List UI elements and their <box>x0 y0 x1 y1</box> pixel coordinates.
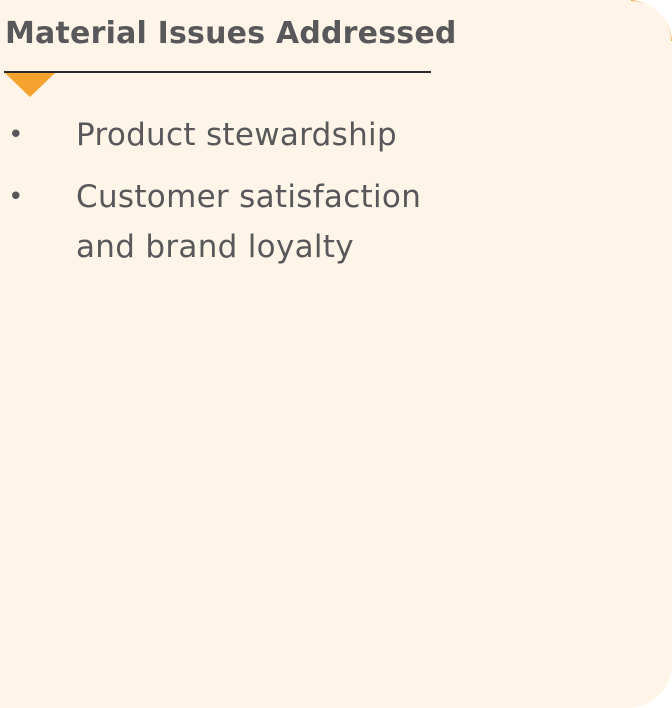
list-item: • Product stewardship <box>0 110 436 160</box>
list-item: • Customer satisfaction and brand loyalt… <box>0 172 436 272</box>
section-title: Material Issues Addressed <box>5 16 457 51</box>
panel-corner-border <box>631 0 672 41</box>
material-issues-list: • Product stewardship • Customer satisfa… <box>0 110 436 272</box>
triangle-marker-icon <box>5 73 55 97</box>
list-item-text: Customer satisfaction and brand loyalty <box>76 179 422 265</box>
content-panel: Material Issues Addressed • Product stew… <box>0 0 672 708</box>
list-item-text: Product stewardship <box>76 117 397 153</box>
title-underline <box>4 71 431 73</box>
bullet-icon: • <box>8 182 24 212</box>
bullet-icon: • <box>8 120 24 150</box>
